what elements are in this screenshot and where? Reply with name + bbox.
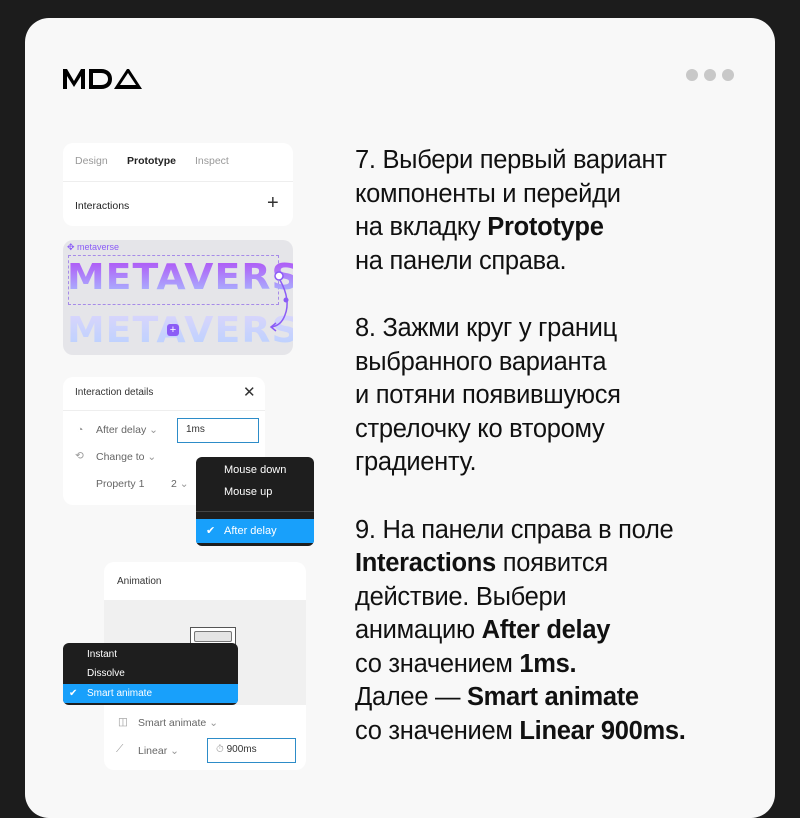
divider xyxy=(196,511,314,512)
text-segment: стрелочку ко второму xyxy=(355,414,605,443)
canvas-preview: ✥ metaverse METAVERSE METAVERSE + xyxy=(63,240,293,355)
bold-term: Smart animate xyxy=(466,683,639,711)
text-segment: действие. Выбери xyxy=(355,582,567,611)
instruction-line: компоненты и перейди xyxy=(355,178,686,212)
trigger-value: After delay xyxy=(96,424,147,436)
text-segment: появится xyxy=(495,549,608,577)
instruction-step: 8. Зажми круг у границ выбранного вариант… xyxy=(355,312,686,480)
text-segment: анимацию xyxy=(355,616,482,644)
bold-term: After delay xyxy=(481,616,611,644)
bold-term: Prototype xyxy=(487,213,604,241)
instructions-text: 7. Выбери первый вариант компоненты и пер… xyxy=(355,144,686,782)
duration-value: 900ms xyxy=(226,744,257,755)
text-segment: со значением xyxy=(355,649,520,678)
variant-2-text[interactable]: METAVERSE xyxy=(67,310,293,351)
animation-value: Smart animate xyxy=(138,717,207,729)
connection-arrow-icon[interactable] xyxy=(263,270,293,340)
mda-logo xyxy=(63,69,142,89)
trigger-dropdown[interactable]: After delay ⌄ xyxy=(96,424,158,436)
bold-term: 1ms. xyxy=(519,649,577,678)
menu-item-smart-animate[interactable]: ✔ Smart animate xyxy=(63,684,238,703)
component-name: metaverse xyxy=(77,242,120,252)
easing-value: Linear xyxy=(138,745,168,757)
close-icon[interactable]: ✕ xyxy=(243,383,256,401)
chevron-down-icon: ⌄ xyxy=(209,717,219,729)
variant-1-text[interactable]: METAVERSE xyxy=(67,257,293,298)
chevron-down-icon: ⌄ xyxy=(179,478,189,490)
panel-title: Interaction details xyxy=(75,387,154,398)
component-label[interactable]: ✥ metaverse xyxy=(67,242,119,253)
instruction-line: действие. Выбери xyxy=(355,581,686,615)
action-value: Change to xyxy=(96,451,145,463)
chevron-down-icon: ⌄ xyxy=(149,424,158,436)
clock-icon: ◔ xyxy=(77,424,84,436)
text-segment: 7. Выбери первый вариант xyxy=(355,146,667,174)
menu-item-instant[interactable]: Instant xyxy=(63,645,238,664)
animation-icon: ◫ xyxy=(118,716,128,728)
instruction-line: Interactions появится xyxy=(355,547,686,581)
text-segment: градиенту. xyxy=(355,448,477,476)
property-dropdown[interactable]: 2 ⌄ xyxy=(171,478,189,490)
instruction-line: 7. Выбери первый вариант xyxy=(355,144,686,178)
plus-icon[interactable]: + xyxy=(167,324,179,336)
text-segment: 8. Зажми круг у границ xyxy=(355,314,617,342)
text-segment: и потяни появившуюся xyxy=(355,381,621,409)
plus-icon[interactable]: + xyxy=(267,193,279,213)
bold-term: Linear 900ms. xyxy=(519,716,686,745)
delay-input[interactable]: 1ms xyxy=(177,418,259,443)
tab-prototype[interactable]: Prototype xyxy=(127,155,176,167)
check-icon: ✔ xyxy=(206,525,216,537)
swap-icon: ⟲ xyxy=(75,450,84,462)
animation-menu: Instant Dissolve ✔ Smart animate xyxy=(63,643,238,705)
more-horizontal-icon[interactable] xyxy=(686,69,734,81)
easing-dropdown[interactable]: Linear ⌄ xyxy=(138,745,179,757)
divider xyxy=(63,181,293,182)
panel-title: Animation xyxy=(117,576,162,587)
duration-input[interactable]: ⏱ 900ms xyxy=(207,738,296,763)
timer-icon: ⏱ xyxy=(216,744,224,755)
chevron-down-icon: ⌄ xyxy=(170,745,179,757)
instruction-line: градиенту. xyxy=(355,446,686,480)
action-dropdown[interactable]: Change to ⌄ xyxy=(96,451,156,463)
instruction-line: со значением 1ms. xyxy=(355,648,686,682)
interactions-label: Interactions xyxy=(75,200,130,212)
divider xyxy=(63,410,265,411)
check-icon: ✔ xyxy=(69,688,78,699)
menu-item-after-delay[interactable]: ✔ After delay xyxy=(196,519,314,543)
instruction-line: на вкладку Prototype xyxy=(355,211,686,245)
text-segment: на вкладку xyxy=(355,213,488,241)
instruction-line: и потяни появившуюся xyxy=(355,379,686,413)
selected-label: After delay xyxy=(224,525,277,537)
tab-design[interactable]: Design xyxy=(75,155,108,167)
tab-inspect[interactable]: Inspect xyxy=(195,155,229,167)
trigger-menu: Mouse down Mouse up ✔ After delay xyxy=(196,457,314,546)
instruction-line: на панели справа. xyxy=(355,245,686,279)
bold-term: Interactions xyxy=(355,549,496,577)
selected-label: Smart animate xyxy=(87,688,153,699)
instruction-line: анимацию After delay xyxy=(355,614,686,648)
text-segment: выбранного варианта xyxy=(355,347,607,376)
instruction-step: 9. На панели справа в поле Interactions п… xyxy=(355,514,686,749)
instruction-line: выбранного варианта xyxy=(355,346,686,380)
menu-item-mouse-up[interactable]: Mouse up xyxy=(196,482,314,502)
text-segment: компоненты и перейди xyxy=(355,179,621,208)
menu-item-mouse-down[interactable]: Mouse down xyxy=(196,460,314,480)
animation-dropdown[interactable]: Smart animate ⌄ xyxy=(138,717,218,729)
text-segment: на панели справа. xyxy=(355,246,567,275)
easing-curve-icon: ⟋ xyxy=(116,743,124,755)
instruction-line: стрелочку ко второму xyxy=(355,413,686,447)
text-segment: со значением xyxy=(355,716,520,745)
text-segment: Далее — xyxy=(355,683,467,711)
instruction-step: 7. Выбери первый вариант компоненты и пер… xyxy=(355,144,686,278)
property-label: Property 1 xyxy=(96,478,145,490)
instruction-line: со значением Linear 900ms. xyxy=(355,715,686,749)
property-value: 2 xyxy=(171,478,177,490)
instruction-line: 8. Зажми круг у границ xyxy=(355,312,686,346)
instruction-line: Далее — Smart animate xyxy=(355,681,686,715)
instruction-line: 9. На панели справа в поле xyxy=(355,514,686,548)
chevron-down-icon: ⌄ xyxy=(147,451,157,463)
text-segment: 9. На панели справа в поле xyxy=(355,515,674,544)
menu-item-dissolve[interactable]: Dissolve xyxy=(63,664,238,683)
prototype-panel: Design Prototype Inspect Interactions + xyxy=(63,143,293,226)
